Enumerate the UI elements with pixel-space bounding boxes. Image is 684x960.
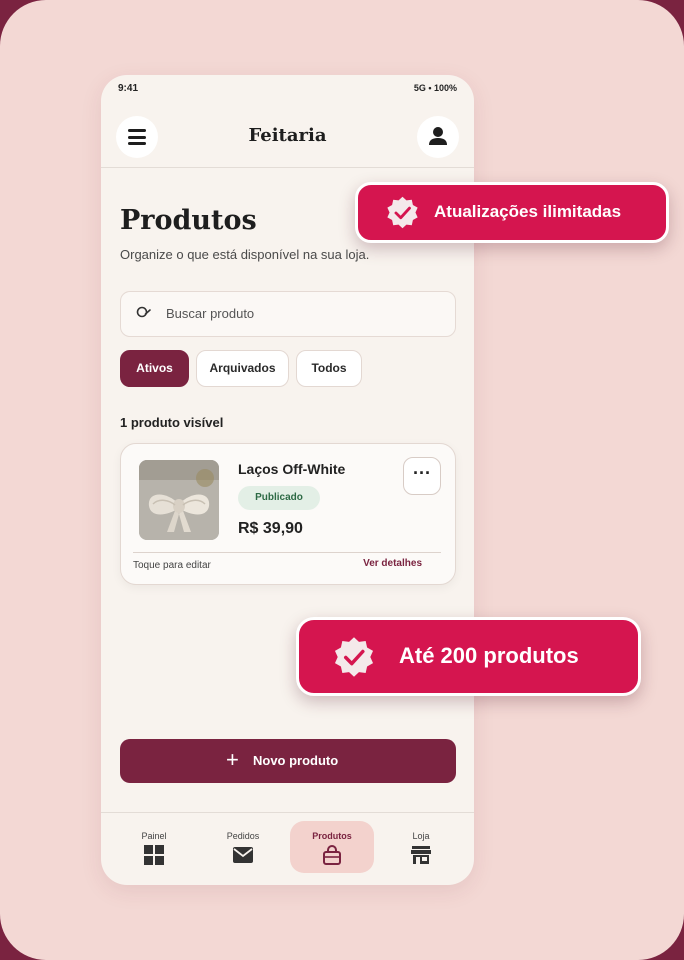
status-time: 9:41 [118,83,139,94]
user-icon [429,127,447,145]
status-badge: Publicado [238,486,320,510]
store-icon [411,846,431,864]
search-box [120,291,456,337]
callout-text: Atualizações ilimitadas [434,202,622,221]
callout-text: Até 200 produtos [399,643,579,668]
filter-chip-all[interactable]: Todos [296,350,362,387]
view-details-link[interactable]: Ver detalhes [363,558,422,569]
nav-item-loja[interactable]: Loja [379,821,463,873]
product-name: Laços Off-White [238,461,346,477]
search-input[interactable] [166,303,436,323]
nav-item-painel[interactable]: Painel [112,821,196,873]
envelope-icon [233,847,253,863]
search-icon [136,306,151,318]
plus-icon: + [226,747,239,772]
status-bar: 9:41 5G • 100% [118,83,457,97]
shopping-bag-icon [323,845,341,865]
profile-button[interactable] [417,116,459,158]
nav-item-produtos[interactable]: Produtos [290,821,374,873]
grid-icon [144,845,164,865]
callout-product-limit: Até 200 produtos [296,617,641,696]
product-card[interactable]: Laços Off-White Publicado R$ 39,90 ··· T… [120,443,456,585]
nav-label: Loja [412,831,430,841]
product-thumbnail [139,460,219,540]
nav-label: Painel [141,831,167,841]
nav-label: Pedidos [226,831,260,841]
verified-check-icon [334,637,374,677]
filter-chip-active[interactable]: Ativos [120,350,189,387]
status-network: 5G • 100% [413,83,457,93]
callout-unlimited-updates: Atualizações ilimitadas [355,182,669,243]
new-product-label: Novo produto [253,753,339,768]
app-bar: Feitaria [101,115,474,168]
product-count: 1 produto visível [120,415,224,430]
nav-label: Produtos [312,831,352,841]
page-subtitle: Organize o que está disponível na sua lo… [120,247,370,262]
more-options-button[interactable]: ··· [403,457,441,495]
filter-chip-archived[interactable]: Arquivados [196,350,289,387]
bottom-nav: Painel Pedidos Produtos Loja [101,812,474,885]
new-product-button[interactable]: + Novo produto [120,739,456,783]
product-price: R$ 39,90 [238,520,303,537]
edit-hint: Toque para editar [133,560,211,571]
verified-check-icon [387,196,418,229]
nav-item-pedidos[interactable]: Pedidos [201,821,285,873]
card-divider [133,552,441,553]
page-title: Produtos [120,205,257,236]
